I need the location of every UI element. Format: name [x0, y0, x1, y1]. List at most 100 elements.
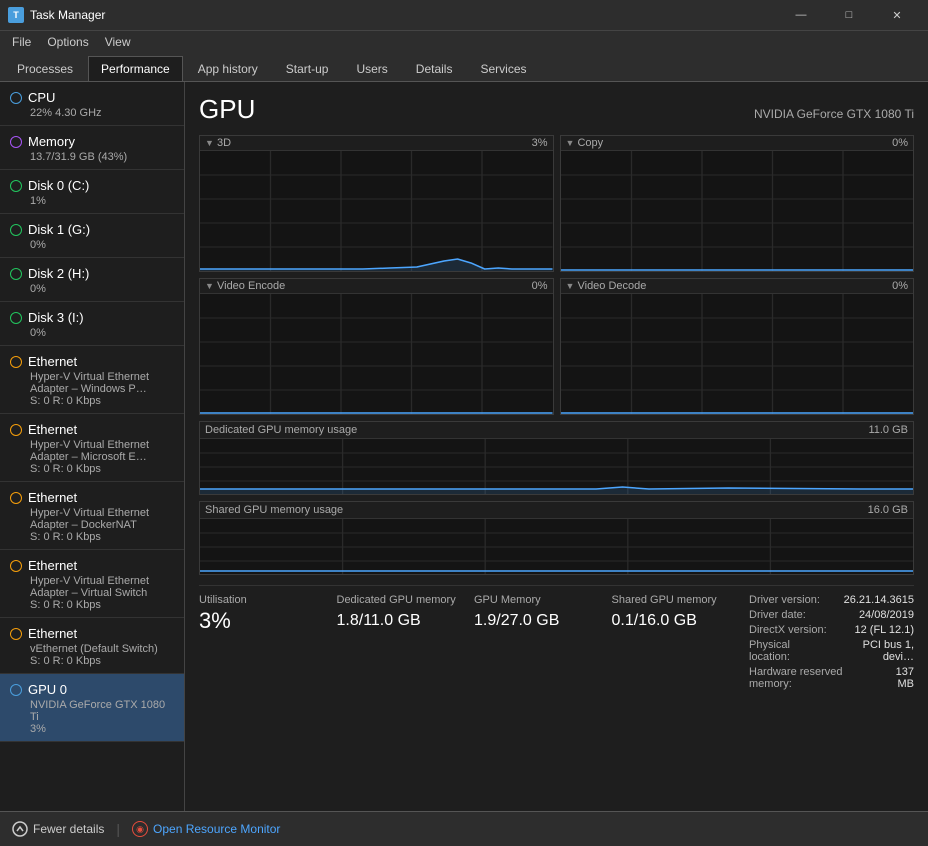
sidebar-item-memory[interactable]: Memory 13.7/31.9 GB (43%) [0, 126, 184, 170]
gpu0-usage: 3% [30, 723, 174, 735]
info-driver-date-value: 24/08/2019 [859, 609, 914, 621]
tab-app-history[interactable]: App history [185, 56, 271, 81]
gpu-subtitle: NVIDIA GeForce GTX 1080 Ti [754, 107, 914, 121]
eth2-adapter: Hyper-V Virtual Ethernet Adapter – Micro… [30, 439, 174, 463]
resource-monitor-icon: ◉ [132, 821, 148, 837]
sidebar-item-gpu0[interactable]: GPU 0 NVIDIA GeForce GTX 1080 Ti 3% [0, 674, 184, 742]
right-panel: GPU NVIDIA GeForce GTX 1080 Ti ▼ 3D 3% [185, 82, 928, 811]
chart-video-decode-title: Video Decode [577, 280, 646, 292]
sidebar-item-cpu[interactable]: CPU 22% 4.30 GHz [0, 82, 184, 126]
disk1-stats: 0% [30, 239, 174, 251]
info-driver-version-label: Driver version: [749, 594, 820, 606]
close-button[interactable]: ✕ [874, 0, 920, 30]
bottombar: Fewer details | ◉ Open Resource Monitor [0, 811, 928, 846]
fewer-details-button[interactable]: Fewer details [12, 821, 104, 837]
disk1-label: Disk 1 (G:) [28, 222, 90, 237]
cpu-stats: 22% 4.30 GHz [30, 107, 174, 119]
stat-utilisation-label: Utilisation [199, 594, 337, 606]
eth1-label: Ethernet [28, 354, 77, 369]
sidebar-item-disk2[interactable]: Disk 2 (H:) 0% [0, 258, 184, 302]
sidebar-item-eth4[interactable]: Ethernet Hyper-V Virtual Ethernet Adapte… [0, 550, 184, 618]
chart-video-encode: ▼ Video Encode 0% [199, 278, 554, 415]
disk3-label: Disk 3 (I:) [28, 310, 84, 325]
disk1-status-dot [10, 224, 22, 236]
chart-copy-label: ▼ Copy 0% [561, 136, 914, 151]
menu-options[interactable]: Options [39, 33, 96, 51]
titlebar: T Task Manager — □ ✕ [0, 0, 928, 30]
gpu-header: GPU NVIDIA GeForce GTX 1080 Ti [199, 94, 914, 125]
eth1-stats: S: 0 R: 0 Kbps [30, 395, 174, 407]
sidebar-item-disk0[interactable]: Disk 0 (C:) 1% [0, 170, 184, 214]
sidebar-item-disk3[interactable]: Disk 3 (I:) 0% [0, 302, 184, 346]
main-content: CPU 22% 4.30 GHz Memory 13.7/31.9 GB (43… [0, 82, 928, 811]
chart-3d-title: 3D [217, 137, 231, 149]
stat-dedicated-value: 1.8/11.0 GB [337, 608, 475, 630]
tab-startup[interactable]: Start-up [273, 56, 342, 81]
eth4-stats: S: 0 R: 0 Kbps [30, 599, 174, 611]
chart-video-decode-percent: 0% [892, 280, 908, 292]
sidebar-item-eth5[interactable]: Ethernet vEthernet (Default Switch) S: 0… [0, 618, 184, 674]
menu-view[interactable]: View [97, 33, 139, 51]
info-hw-reserved-value: 137 MB [879, 666, 914, 690]
charts-grid-top: ▼ 3D 3% [199, 135, 914, 415]
stat-dedicated-label: Dedicated GPU memory [337, 594, 475, 606]
separator: | [116, 821, 120, 837]
menu-file[interactable]: File [4, 33, 39, 51]
info-physical-location: Physical location: PCI bus 1, devi… [749, 639, 914, 663]
eth4-label: Ethernet [28, 558, 77, 573]
eth3-stats: S: 0 R: 0 Kbps [30, 531, 174, 543]
disk3-stats: 0% [30, 327, 174, 339]
eth5-stats: S: 0 R: 0 Kbps [30, 655, 174, 667]
info-hw-reserved-label: Hardware reserved memory: [749, 666, 879, 690]
info-driver-date: Driver date: 24/08/2019 [749, 609, 914, 621]
info-physical-location-label: Physical location: [749, 639, 831, 663]
info-hw-reserved: Hardware reserved memory: 137 MB [749, 666, 914, 690]
disk2-label: Disk 2 (H:) [28, 266, 89, 281]
tab-performance[interactable]: Performance [88, 56, 183, 81]
sidebar-item-disk1[interactable]: Disk 1 (G:) 0% [0, 214, 184, 258]
stat-utilisation: Utilisation 3% [199, 594, 337, 693]
eth1-adapter: Hyper-V Virtual Ethernet Adapter – Windo… [30, 371, 174, 395]
info-driver-version-value: 26.21.14.3615 [844, 594, 914, 606]
tab-processes[interactable]: Processes [4, 56, 86, 81]
cpu-label: CPU [28, 90, 55, 105]
gpu0-label: GPU 0 [28, 682, 67, 697]
menubar: File Options View [0, 30, 928, 52]
minimize-button[interactable]: — [778, 0, 824, 30]
titlebar-controls: — □ ✕ [778, 0, 920, 30]
eth2-label: Ethernet [28, 422, 77, 437]
open-resource-monitor-link[interactable]: Open Resource Monitor [153, 822, 280, 836]
eth4-adapter: Hyper-V Virtual Ethernet Adapter – Virtu… [30, 575, 174, 599]
chart-video-encode-svg [200, 294, 553, 414]
disk2-status-dot [10, 268, 22, 280]
disk0-status-dot [10, 180, 22, 192]
sidebar-item-eth2[interactable]: Ethernet Hyper-V Virtual Ethernet Adapte… [0, 414, 184, 482]
eth4-status-dot [10, 560, 22, 572]
stats-row: Utilisation 3% Dedicated GPU memory 1.8/… [199, 585, 914, 693]
chart-video-decode-area [561, 294, 914, 414]
dedicated-memory-max: 11.0 GB [868, 424, 908, 436]
info-physical-location-value: PCI bus 1, devi… [831, 639, 914, 663]
tab-users[interactable]: Users [343, 56, 400, 81]
chart-copy: ▼ Copy 0% [560, 135, 915, 272]
shared-memory-svg [200, 519, 913, 574]
dedicated-memory-svg [200, 439, 913, 494]
cpu-status-dot [10, 92, 22, 104]
disk0-stats: 1% [30, 195, 174, 207]
sidebar-item-eth3[interactable]: Ethernet Hyper-V Virtual Ethernet Adapte… [0, 482, 184, 550]
maximize-button[interactable]: □ [826, 0, 872, 30]
chart-video-encode-area [200, 294, 553, 414]
chart-3d-percent: 3% [532, 137, 548, 149]
sidebar-item-eth1[interactable]: Ethernet Hyper-V Virtual Ethernet Adapte… [0, 346, 184, 414]
info-group: Driver version: 26.21.14.3615 Driver dat… [749, 594, 914, 693]
chart-copy-svg [561, 151, 914, 271]
memory-label: Memory [28, 134, 75, 149]
chart-copy-title: Copy [577, 137, 603, 149]
chart-video-decode: ▼ Video Decode 0% [560, 278, 915, 415]
tab-services[interactable]: Services [467, 56, 539, 81]
tab-details[interactable]: Details [403, 56, 466, 81]
open-resource-monitor-button[interactable]: ◉ Open Resource Monitor [132, 821, 280, 837]
up-arrow-icon [12, 821, 28, 837]
stat-gpu-mem: GPU Memory 1.9/27.0 GB [474, 594, 612, 693]
info-directx-label: DirectX version: [749, 624, 827, 636]
